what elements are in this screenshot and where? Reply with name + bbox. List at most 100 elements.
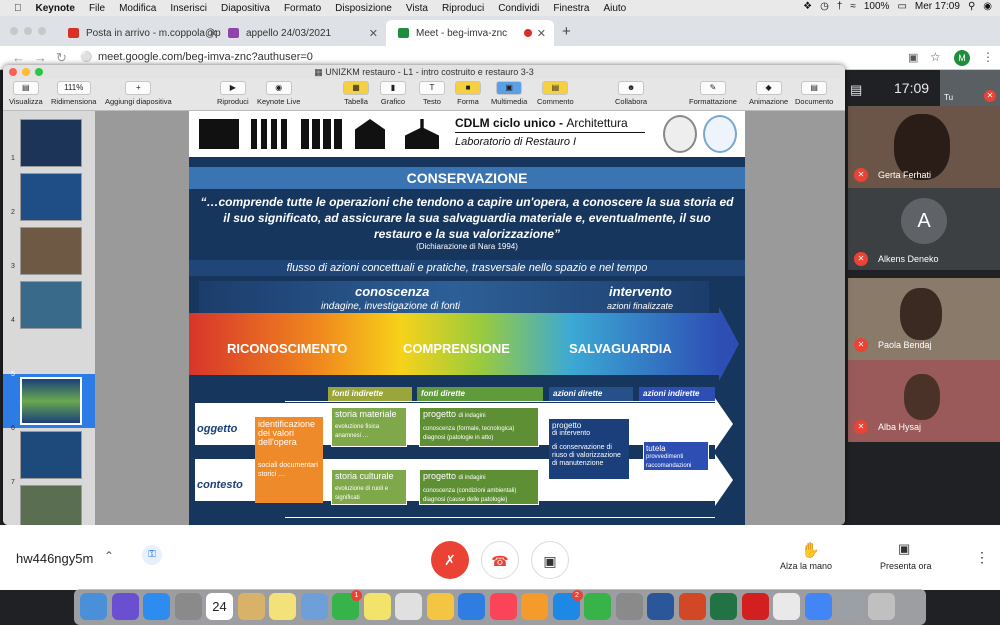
menu-disposizione[interactable]: Disposizione	[335, 3, 392, 14]
present-now-label[interactable]: Presenta ora	[880, 561, 932, 571]
slide-thumbnail[interactable]	[20, 281, 82, 329]
back-icon[interactable]: ←	[12, 50, 25, 65]
music-icon[interactable]	[489, 593, 517, 620]
more-menu-icon[interactable]: ⋮	[982, 50, 994, 64]
url-field[interactable]: meet.google.com/beg-imva-znc?authuser=0	[98, 51, 313, 63]
settings-icon[interactable]	[615, 593, 643, 620]
tab-appello[interactable]: appello 24/03/2021 ✕	[216, 20, 386, 46]
finder-icon[interactable]	[80, 593, 107, 620]
excel-icon[interactable]	[710, 593, 737, 620]
photos-icon[interactable]	[237, 593, 265, 620]
participant-tile[interactable]: ✕ Paola Bendaj	[848, 278, 1000, 360]
shield-lock-icon[interactable]: ⚿	[142, 545, 162, 565]
window-close-button[interactable]	[9, 68, 17, 76]
chat-icon[interactable]: ▤	[850, 82, 862, 98]
slide-thumbnail[interactable]	[20, 485, 82, 525]
shape-button[interactable]: ■ Forma	[455, 81, 481, 106]
window-minimize-button[interactable]	[24, 27, 32, 35]
chrome-icon[interactable]	[804, 593, 832, 620]
word-icon[interactable]	[647, 593, 674, 620]
self-view-tile[interactable]: Tu ✕	[940, 70, 1000, 106]
close-icon[interactable]: ✕	[537, 27, 546, 40]
mic-off-button[interactable]: ✗	[431, 541, 469, 579]
stickies-icon[interactable]	[363, 593, 391, 620]
menu-app-name[interactable]: Keynote	[36, 3, 75, 14]
siri-icon[interactable]	[111, 593, 139, 620]
chart-button[interactable]: ▮ Grafico	[380, 81, 406, 106]
window-close-button[interactable]	[10, 27, 18, 35]
slide-thumbnail[interactable]	[20, 119, 82, 167]
keynote-icon[interactable]	[458, 593, 485, 620]
messages-icon[interactable]	[584, 593, 611, 620]
spotlight-icon[interactable]: ⚲	[968, 1, 975, 12]
menu-diapositiva[interactable]: Diapositiva	[221, 3, 270, 14]
appstore-icon[interactable]: 2	[552, 590, 583, 620]
textedit-icon[interactable]	[773, 593, 800, 620]
leave-call-button[interactable]: ☎	[481, 541, 519, 579]
present-screen-icon[interactable]: ▣	[898, 541, 910, 557]
time-machine-icon[interactable]: ◷	[820, 1, 829, 12]
play-button[interactable]: ▶ Riproduci	[217, 81, 249, 106]
media-button[interactable]: ▣ Multimedia	[491, 81, 527, 106]
forward-icon[interactable]: →	[34, 50, 47, 65]
meeting-code[interactable]: hw446ngy5m	[16, 551, 93, 566]
dropbox-icon[interactable]: ❖	[803, 1, 812, 12]
slide-thumbnail-selected[interactable]	[20, 377, 82, 425]
keynote-live-button[interactable]: ◉ Keynote Live	[257, 81, 300, 106]
slide-thumbnail[interactable]	[20, 431, 82, 479]
chart-icon[interactable]	[395, 593, 422, 620]
slide-thumbnail[interactable]	[20, 227, 82, 275]
slide-thumbnail[interactable]	[20, 173, 82, 221]
menu-condividi[interactable]: Condividi	[498, 3, 539, 14]
close-icon[interactable]: ✕	[369, 27, 378, 40]
zoom-button[interactable]: 111% Ridimensiona	[51, 81, 96, 106]
window-zoom-button[interactable]	[38, 27, 46, 35]
books-icon[interactable]	[521, 593, 548, 620]
menu-aiuto[interactable]: Aiuto	[603, 3, 626, 14]
participant-tile[interactable]: ✕ Alba Hysaj	[848, 360, 1000, 442]
tab-gmail[interactable]: Posta in arrivo - m.coppola@p ✕	[56, 20, 226, 46]
slide[interactable]: CDLM ciclo unico - Architettura Laborato…	[189, 111, 745, 525]
wifi-icon[interactable]: ≈	[850, 1, 856, 12]
window-minimize-button[interactable]	[22, 68, 30, 76]
animate-button[interactable]: ◆ Animazione	[749, 81, 788, 106]
safari-icon[interactable]	[143, 593, 170, 620]
raise-hand-label[interactable]: Alza la mano	[780, 561, 832, 571]
add-slide-button[interactable]: + Aggiungi diapositiva	[105, 81, 172, 106]
launchpad-icon[interactable]	[174, 593, 202, 620]
menu-finestra[interactable]: Finestra	[553, 3, 589, 14]
trash-icon[interactable]	[867, 593, 895, 620]
menu-inserisci[interactable]: Inserisci	[170, 3, 207, 14]
participant-tile[interactable]: ✕ Gerta Ferhati	[848, 106, 1000, 188]
camera-icon[interactable]: ▣	[908, 51, 918, 64]
text-button[interactable]: T Testo	[419, 81, 445, 106]
chevron-up-icon[interactable]: ⌃	[104, 549, 114, 563]
menu-formato[interactable]: Formato	[284, 3, 321, 14]
camera-button[interactable]: ▣	[531, 541, 569, 579]
calendar-icon[interactable]: 24	[206, 593, 233, 620]
powerpoint-icon[interactable]	[678, 593, 706, 620]
apple-icon[interactable]: 	[14, 3, 22, 14]
bookmark-star-icon[interactable]: ☆	[930, 50, 941, 64]
table-button[interactable]: ▦ Tabella	[343, 81, 369, 106]
collaborate-button[interactable]: ☻ Collabora	[615, 81, 647, 106]
visualizza-button[interactable]: ▤ Visualizza	[9, 81, 43, 106]
menu-file[interactable]: File	[89, 3, 105, 14]
image-capture-icon[interactable]	[836, 593, 863, 620]
photos2-icon[interactable]	[426, 593, 454, 620]
document-button[interactable]: ▤ Documento	[795, 81, 833, 106]
window-zoom-button[interactable]	[35, 68, 43, 76]
notes-icon[interactable]	[269, 593, 296, 620]
battery-icon[interactable]: ▭	[897, 1, 906, 12]
lock-icon[interactable]: ⚪	[80, 52, 92, 63]
participant-tile[interactable]: A ✕ Alkens Deneko	[848, 188, 1000, 270]
preview-icon[interactable]	[300, 593, 328, 620]
menubar-clock[interactable]: Mer 17:09	[915, 1, 960, 12]
menu-riproduci[interactable]: Riproduci	[442, 3, 484, 14]
reload-icon[interactable]: ↻	[56, 50, 67, 66]
menu-vista[interactable]: Vista	[406, 3, 428, 14]
tab-meet[interactable]: Meet - beg-imva-znc ✕	[386, 20, 554, 46]
profile-avatar[interactable]: M	[954, 50, 970, 66]
acrobat-icon[interactable]	[741, 593, 769, 620]
control-center-icon[interactable]: ◉	[983, 1, 992, 12]
